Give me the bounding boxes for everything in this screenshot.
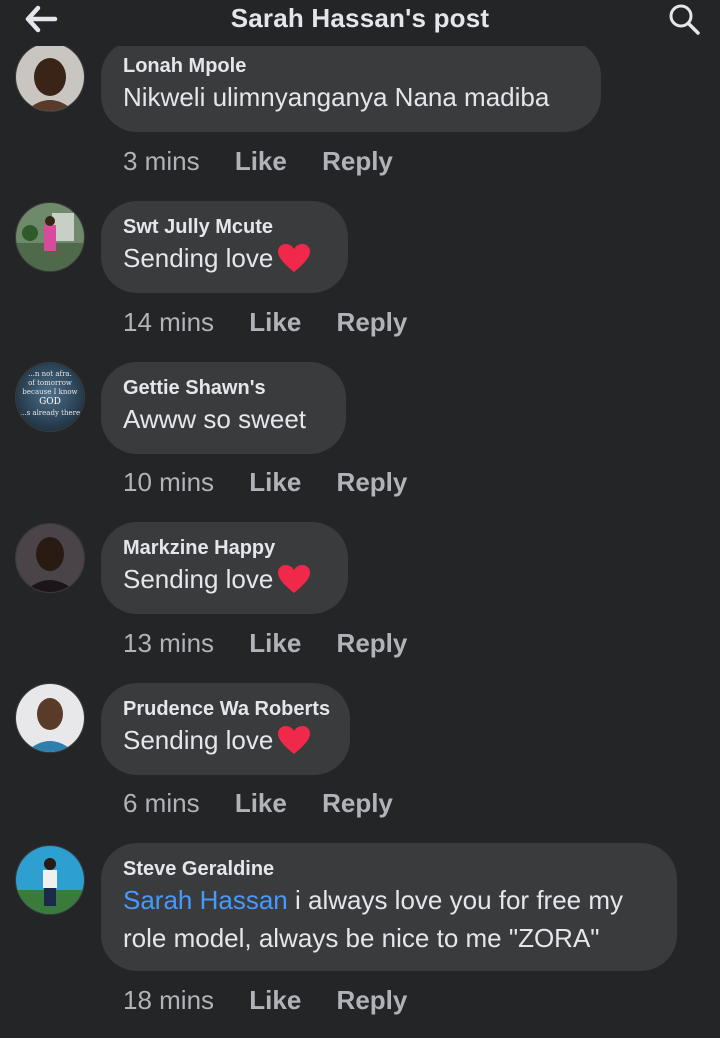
comment-actions: 18 mins Like Reply [123, 985, 435, 1016]
comment-author[interactable]: Lonah Mpole [123, 54, 579, 78]
mention-link[interactable]: Sarah Hassan [123, 885, 288, 915]
comment-time: 18 mins [123, 985, 215, 1015]
avatar[interactable] [15, 683, 85, 753]
search-icon [669, 4, 700, 35]
avatar[interactable] [15, 523, 85, 593]
comment-text: Sending love [123, 560, 326, 598]
comment-bubble: Prudence Wa Roberts Sending love [101, 683, 350, 775]
heart-emoji-icon [278, 726, 311, 754]
comment-text: Sending love [123, 721, 328, 759]
reply-button[interactable]: Reply [322, 146, 393, 176]
comment-author[interactable]: Markzine Happy [123, 536, 326, 560]
comment-bubble: Lonah Mpole Nikweli ulimnyanganya Nana m… [101, 40, 601, 132]
comment-author[interactable]: Gettie Shawn's [123, 376, 324, 400]
comment-bubble: Gettie Shawn's Awww so sweet [101, 362, 346, 454]
like-button[interactable]: Like [249, 307, 301, 337]
avatar[interactable] [15, 845, 85, 915]
like-button[interactable]: Like [249, 985, 301, 1015]
comment-author[interactable]: Swt Jully Mcute [123, 215, 326, 239]
heart-emoji-icon [278, 244, 311, 272]
reply-button[interactable]: Reply [337, 307, 408, 337]
like-button[interactable]: Like [235, 788, 287, 818]
svg-text:of tomorrow: of tomorrow [28, 379, 72, 387]
comment-time: 3 mins [123, 146, 200, 176]
svg-text:GOD: GOD [39, 397, 61, 407]
comment-time: 13 mins [123, 628, 215, 658]
comment-actions: 3 mins Like Reply [123, 146, 421, 177]
comment-text: Sending love [123, 239, 326, 277]
avatar[interactable]: ...n not afra. of tomorrow because I kno… [15, 362, 85, 432]
comment-text: Nikweli ulimnyanganya Nana madiba [123, 82, 550, 112]
comment-bubble: Swt Jully Mcute Sending love [101, 201, 348, 293]
comment-text: Awww so sweet [123, 404, 307, 434]
comment-time: 6 mins [123, 788, 200, 818]
comment-bubble: Steve Geraldine Sarah Hassan i always lo… [101, 843, 677, 971]
comment-actions: 14 mins Like Reply [123, 307, 435, 338]
comment-time: 10 mins [123, 467, 215, 497]
reply-button[interactable]: Reply [337, 628, 408, 658]
svg-text:...s already there: ...s already there [20, 409, 80, 417]
avatar[interactable] [15, 202, 85, 272]
like-button[interactable]: Like [249, 628, 301, 658]
like-button[interactable]: Like [249, 467, 301, 497]
comment-actions: 6 mins Like Reply [123, 788, 421, 819]
comment-author[interactable]: Steve Geraldine [123, 857, 655, 881]
comment-actions: 10 mins Like Reply [123, 467, 435, 498]
reply-button[interactable]: Reply [322, 788, 393, 818]
reply-button[interactable]: Reply [337, 467, 408, 497]
comment-actions: 13 mins Like Reply [123, 628, 435, 659]
search-button[interactable] [666, 2, 702, 36]
comment-time: 14 mins [123, 307, 215, 337]
avatar[interactable] [15, 42, 85, 112]
comment-bubble: Markzine Happy Sending love [101, 522, 348, 614]
top-bar: Sarah Hassan's post [0, 0, 720, 46]
like-button[interactable]: Like [235, 146, 287, 176]
heart-emoji-icon [278, 565, 311, 593]
comment-author[interactable]: Prudence Wa Roberts [123, 697, 330, 721]
page-title: Sarah Hassan's post [230, 3, 490, 33]
svg-text:...n not afra.: ...n not afra. [28, 370, 72, 378]
svg-text:because I know: because I know [22, 388, 77, 396]
reply-button[interactable]: Reply [337, 985, 408, 1015]
comment-text: Sarah Hassan i always love you for free … [123, 885, 623, 953]
